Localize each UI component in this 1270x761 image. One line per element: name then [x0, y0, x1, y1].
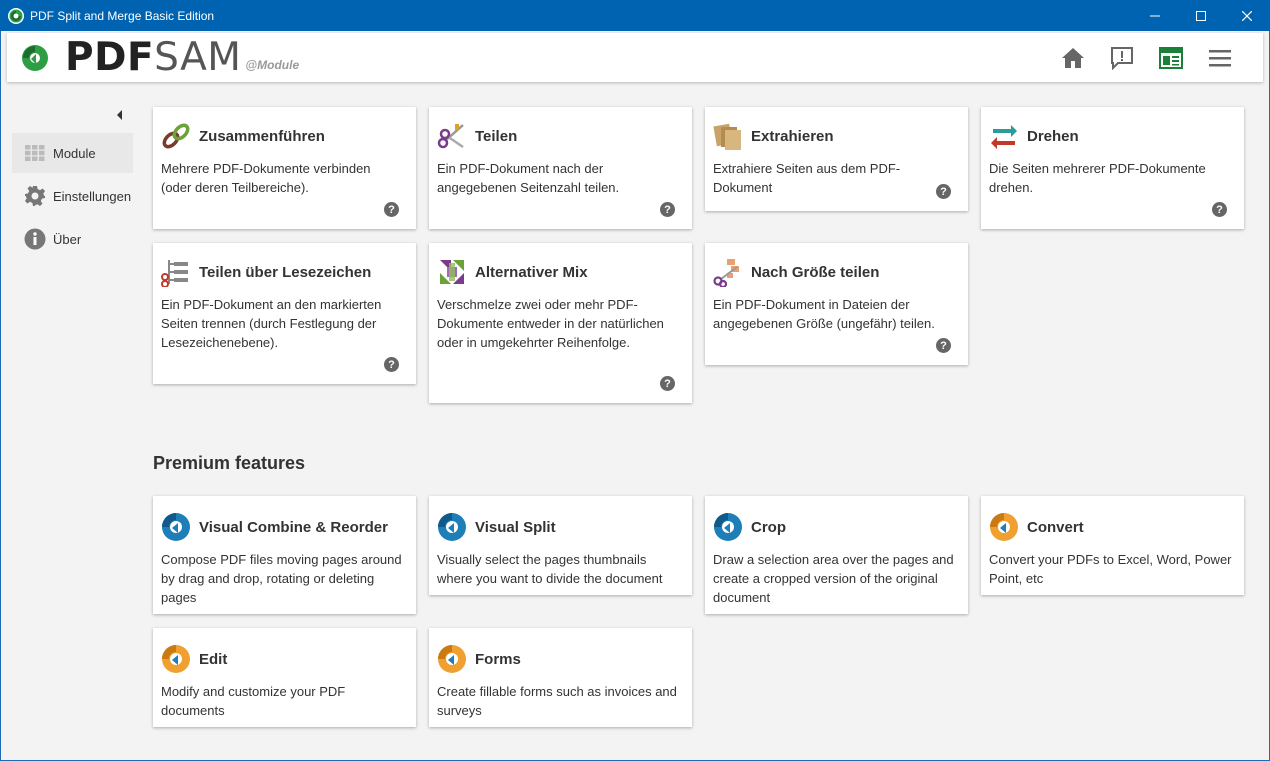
maximize-icon: [1196, 10, 1206, 21]
premium-description: Modify and customize your PDF documents: [161, 684, 346, 718]
window-titlebar: PDF Split and Merge Basic Edition: [0, 0, 1270, 31]
grid-icon: [24, 142, 46, 164]
feedback-icon: [1111, 46, 1133, 70]
module-card-zusammenfuehren[interactable]: Zusammenführen Mehrere PDF-Dokumente ver…: [153, 107, 416, 229]
module-card-nach-groesse-teilen[interactable]: Nach Größe teilen Ein PDF-Dokument in Da…: [705, 243, 968, 365]
premium-title: Crop: [751, 518, 786, 536]
scissors-icon: [437, 121, 467, 151]
menu-button[interactable]: [1207, 45, 1233, 71]
news-button[interactable]: [1158, 45, 1184, 71]
hamburger-menu-icon: [1209, 49, 1231, 66]
help-icon[interactable]: ?: [936, 338, 951, 353]
pdfsam-blue-icon: [437, 512, 467, 542]
premium-description: Create fillable forms such as invoices a…: [437, 684, 677, 718]
module-card-extrahieren[interactable]: Extrahieren Extrahiere Seiten aus dem PD…: [705, 107, 968, 211]
premium-description: Compose PDF files moving pages around by…: [161, 552, 402, 605]
premium-card-edit[interactable]: Edit Modify and customize your PDF docum…: [153, 628, 416, 727]
premium-title: Edit: [199, 650, 228, 668]
collapse-sidebar-arrow-icon[interactable]: [116, 109, 124, 121]
help-icon[interactable]: ?: [1212, 202, 1227, 217]
module-card-teilen-lesezeichen[interactable]: Teilen über Lesezeichen Ein PDF-Dokument…: [153, 243, 416, 384]
premium-description: Convert your PDFs to Excel, Word, Power …: [989, 552, 1232, 586]
pdfsam-orange-icon: [989, 512, 1019, 542]
news-icon: [1159, 46, 1183, 69]
premium-title: Convert: [1027, 518, 1084, 536]
module-title: Zusammenführen: [199, 127, 325, 145]
maximize-button[interactable]: [1178, 0, 1224, 31]
module-title: Drehen: [1027, 127, 1079, 145]
minimize-icon: [1150, 15, 1160, 16]
pdfsam-orange-icon: [161, 644, 191, 674]
rotate-arrows-icon: [989, 121, 1019, 151]
sidebar-item-ueber[interactable]: Über: [12, 219, 133, 259]
module-title: Teilen über Lesezeichen: [199, 263, 372, 281]
sidebar-item-einstellungen[interactable]: Einstellungen: [12, 176, 133, 216]
help-icon[interactable]: ?: [660, 202, 675, 217]
current-section-label: @Module: [245, 57, 300, 72]
feedback-button[interactable]: [1109, 45, 1135, 71]
sidebar-item-label: Über: [53, 231, 82, 247]
module-title: Nach Größe teilen: [751, 263, 880, 281]
info-icon: [24, 228, 46, 250]
logo-sam-text: SAM: [154, 35, 242, 80]
help-icon[interactable]: ?: [936, 184, 951, 199]
minimize-button[interactable]: [1132, 0, 1178, 31]
premium-card-crop[interactable]: Crop Draw a selection area over the page…: [705, 496, 968, 614]
module-description: Ein PDF-Dokument in Dateien der angegebe…: [713, 297, 935, 331]
pdfsam-blue-icon: [161, 512, 191, 542]
help-icon[interactable]: ?: [384, 202, 399, 217]
sidebar-item-label: Einstellungen: [53, 188, 132, 204]
app-logo-wordmark: PDFSAM: [65, 38, 241, 77]
sidebar-item-label: Module: [53, 145, 96, 161]
module-description: Ein PDF-Dokument nach der angegebenen Se…: [437, 161, 620, 195]
premium-card-convert[interactable]: Convert Convert your PDFs to Excel, Word…: [981, 496, 1244, 595]
module-description: Mehrere PDF-Dokumente verbinden (oder de…: [161, 161, 371, 195]
premium-features-heading: Premium features: [153, 453, 306, 473]
close-icon: [1242, 10, 1252, 21]
home-icon: [1062, 47, 1084, 68]
premium-description: Visually select the pages thumbnails whe…: [437, 552, 663, 586]
pdfsam-logo-icon: [22, 44, 48, 71]
premium-card-visual-split[interactable]: Visual Split Visually select the pages t…: [429, 496, 692, 595]
module-title: Teilen: [475, 127, 518, 145]
module-card-drehen[interactable]: Drehen Die Seiten mehrerer PDF-Dokumente…: [981, 107, 1244, 229]
module-description: Die Seiten mehrerer PDF-Dokumente drehen…: [989, 161, 1206, 195]
mix-icon: [437, 257, 467, 287]
premium-title: Visual Split: [475, 518, 556, 536]
gear-icon: [24, 185, 46, 207]
home-button[interactable]: [1060, 45, 1086, 71]
module-title: Extrahieren: [751, 127, 834, 145]
premium-description: Draw a selection area over the pages and…: [713, 552, 954, 605]
help-icon[interactable]: ?: [384, 357, 399, 372]
pdfsam-blue-icon: [713, 512, 743, 542]
module-description: Verschmelze zwei oder mehr PDF-Dokumente…: [437, 297, 664, 350]
size-split-icon: [713, 257, 743, 287]
sidebar-item-module[interactable]: Module: [12, 133, 133, 173]
premium-title: Forms: [475, 650, 521, 668]
help-icon[interactable]: ?: [660, 376, 675, 391]
premium-card-forms[interactable]: Forms Create fillable forms such as invo…: [429, 628, 692, 727]
chain-link-icon: [161, 121, 191, 151]
module-description: Extrahiere Seiten aus dem PDF-Dokument: [713, 161, 901, 195]
premium-card-visual-combine[interactable]: Visual Combine & Reorder Compose PDF fil…: [153, 496, 416, 614]
app-logo-icon: [8, 7, 24, 24]
close-button[interactable]: [1224, 0, 1270, 31]
logo-pdf-text: PDF: [65, 35, 155, 80]
bookmark-tree-icon: [161, 257, 191, 287]
module-title: Alternativer Mix: [475, 263, 588, 281]
module-description: Ein PDF-Dokument an den markierten Seite…: [161, 297, 382, 350]
module-card-alternativer-mix[interactable]: Alternativer Mix Verschmelze zwei oder m…: [429, 243, 692, 403]
sidebar: Module Einstellungen Über: [12, 133, 133, 262]
premium-title: Visual Combine & Reorder: [199, 518, 388, 536]
app-header: PDFSAM @Module: [7, 33, 1263, 82]
pdfsam-orange-icon: [437, 644, 467, 674]
module-card-teilen[interactable]: Teilen Ein PDF-Dokument nach der angegeb…: [429, 107, 692, 229]
window-title: PDF Split and Merge Basic Edition: [30, 8, 215, 23]
pages-stack-icon: [713, 121, 743, 151]
